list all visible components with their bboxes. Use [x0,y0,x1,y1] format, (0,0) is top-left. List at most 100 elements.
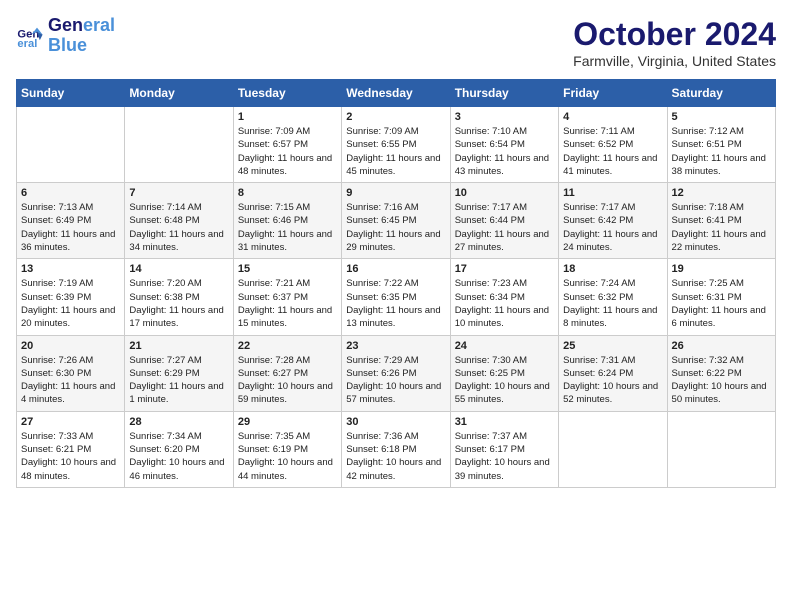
day-number: 4 [563,111,662,123]
day-info: Sunrise: 7:17 AM Sunset: 6:44 PM Dayligh… [455,201,554,254]
day-number: 10 [455,187,554,199]
day-info: Sunrise: 7:36 AM Sunset: 6:18 PM Dayligh… [346,430,445,483]
calendar-cell: 18 Sunrise: 7:24 AM Sunset: 6:32 PM Dayli… [559,259,667,335]
day-number: 27 [21,416,120,428]
day-info: Sunrise: 7:23 AM Sunset: 6:34 PM Dayligh… [455,277,554,330]
day-number: 17 [455,263,554,275]
day-number: 20 [21,340,120,352]
calendar-cell [667,411,775,487]
day-info: Sunrise: 7:16 AM Sunset: 6:45 PM Dayligh… [346,201,445,254]
logo-text-line1: General [48,16,115,36]
day-info: Sunrise: 7:13 AM Sunset: 6:49 PM Dayligh… [21,201,120,254]
day-info: Sunrise: 7:27 AM Sunset: 6:29 PM Dayligh… [129,354,228,407]
logo-text-line2: Blue [48,36,115,56]
calendar-cell: 22 Sunrise: 7:28 AM Sunset: 6:27 PM Dayli… [233,335,341,411]
column-header-saturday: Saturday [667,80,775,107]
location: Farmville, Virginia, United States [573,53,776,69]
calendar-cell: 12Sunrise: 7:18 AM Sunset: 6:41 PM Dayli… [667,183,775,259]
day-number: 25 [563,340,662,352]
column-header-tuesday: Tuesday [233,80,341,107]
calendar-cell: 23Sunrise: 7:29 AM Sunset: 6:26 PM Dayli… [342,335,450,411]
calendar-cell: 17 Sunrise: 7:23 AM Sunset: 6:34 PM Dayli… [450,259,558,335]
day-number: 11 [563,187,662,199]
svg-text:eral: eral [17,38,37,50]
day-info: Sunrise: 7:18 AM Sunset: 6:41 PM Dayligh… [672,201,771,254]
calendar-cell: 24Sunrise: 7:30 AM Sunset: 6:25 PM Dayli… [450,335,558,411]
calendar-table: SundayMondayTuesdayWednesdayThursdayFrid… [16,79,776,488]
calendar-cell: 19Sunrise: 7:25 AM Sunset: 6:31 PM Dayli… [667,259,775,335]
calendar-cell: 4 Sunrise: 7:11 AM Sunset: 6:52 PM Daylig… [559,107,667,183]
calendar-cell: 1Sunrise: 7:09 AM Sunset: 6:57 PM Daylig… [233,107,341,183]
calendar-cell: 3 Sunrise: 7:10 AM Sunset: 6:54 PM Daylig… [450,107,558,183]
calendar-week-4: 20 Sunrise: 7:26 AM Sunset: 6:30 PM Dayli… [17,335,776,411]
calendar-cell: 6 Sunrise: 7:13 AM Sunset: 6:49 PM Daylig… [17,183,125,259]
column-header-thursday: Thursday [450,80,558,107]
day-info: Sunrise: 7:10 AM Sunset: 6:54 PM Dayligh… [455,125,554,178]
day-info: Sunrise: 7:19 AM Sunset: 6:39 PM Dayligh… [21,277,120,330]
calendar-cell: 21Sunrise: 7:27 AM Sunset: 6:29 PM Dayli… [125,335,233,411]
day-number: 9 [346,187,445,199]
day-info: Sunrise: 7:09 AM Sunset: 6:55 PM Dayligh… [346,125,445,178]
day-number: 2 [346,111,445,123]
day-info: Sunrise: 7:35 AM Sunset: 6:19 PM Dayligh… [238,430,337,483]
day-info: Sunrise: 7:33 AM Sunset: 6:21 PM Dayligh… [21,430,120,483]
calendar-cell: 9 Sunrise: 7:16 AM Sunset: 6:45 PM Daylig… [342,183,450,259]
day-info: Sunrise: 7:21 AM Sunset: 6:37 PM Dayligh… [238,277,337,330]
calendar-cell: 14 Sunrise: 7:20 AM Sunset: 6:38 PM Dayli… [125,259,233,335]
calendar-cell: 2 Sunrise: 7:09 AM Sunset: 6:55 PM Daylig… [342,107,450,183]
calendar-week-2: 6 Sunrise: 7:13 AM Sunset: 6:49 PM Daylig… [17,183,776,259]
calendar-cell: 26Sunrise: 7:32 AM Sunset: 6:22 PM Dayli… [667,335,775,411]
calendar-header-row: SundayMondayTuesdayWednesdayThursdayFrid… [17,80,776,107]
calendar-cell [559,411,667,487]
day-number: 1 [238,111,337,123]
calendar-week-1: 1Sunrise: 7:09 AM Sunset: 6:57 PM Daylig… [17,107,776,183]
day-number: 8 [238,187,337,199]
column-header-sunday: Sunday [17,80,125,107]
day-info: Sunrise: 7:30 AM Sunset: 6:25 PM Dayligh… [455,354,554,407]
day-info: Sunrise: 7:11 AM Sunset: 6:52 PM Dayligh… [563,125,662,178]
calendar-week-3: 13 Sunrise: 7:19 AM Sunset: 6:39 PM Dayli… [17,259,776,335]
day-number: 6 [21,187,120,199]
day-info: Sunrise: 7:12 AM Sunset: 6:51 PM Dayligh… [672,125,771,178]
column-header-wednesday: Wednesday [342,80,450,107]
day-number: 22 [238,340,337,352]
day-info: Sunrise: 7:15 AM Sunset: 6:46 PM Dayligh… [238,201,337,254]
day-number: 5 [672,111,771,123]
day-info: Sunrise: 7:28 AM Sunset: 6:27 PM Dayligh… [238,354,337,407]
calendar-cell: 11 Sunrise: 7:17 AM Sunset: 6:42 PM Dayli… [559,183,667,259]
day-number: 14 [129,263,228,275]
logo-icon: Gen eral [16,22,44,50]
day-number: 18 [563,263,662,275]
day-info: Sunrise: 7:32 AM Sunset: 6:22 PM Dayligh… [672,354,771,407]
day-number: 13 [21,263,120,275]
calendar-cell: 5 Sunrise: 7:12 AM Sunset: 6:51 PM Daylig… [667,107,775,183]
calendar-cell: 27 Sunrise: 7:33 AM Sunset: 6:21 PM Dayli… [17,411,125,487]
day-info: Sunrise: 7:14 AM Sunset: 6:48 PM Dayligh… [129,201,228,254]
day-info: Sunrise: 7:24 AM Sunset: 6:32 PM Dayligh… [563,277,662,330]
day-info: Sunrise: 7:26 AM Sunset: 6:30 PM Dayligh… [21,354,120,407]
day-number: 16 [346,263,445,275]
calendar-cell: 8 Sunrise: 7:15 AM Sunset: 6:46 PM Daylig… [233,183,341,259]
day-info: Sunrise: 7:20 AM Sunset: 6:38 PM Dayligh… [129,277,228,330]
logo: Gen eral General Blue [16,16,115,56]
calendar-cell: 13 Sunrise: 7:19 AM Sunset: 6:39 PM Dayli… [17,259,125,335]
day-info: Sunrise: 7:17 AM Sunset: 6:42 PM Dayligh… [563,201,662,254]
calendar-cell: 28 Sunrise: 7:34 AM Sunset: 6:20 PM Dayli… [125,411,233,487]
day-info: Sunrise: 7:34 AM Sunset: 6:20 PM Dayligh… [129,430,228,483]
column-header-friday: Friday [559,80,667,107]
day-info: Sunrise: 7:22 AM Sunset: 6:35 PM Dayligh… [346,277,445,330]
day-number: 15 [238,263,337,275]
calendar-cell: 10 Sunrise: 7:17 AM Sunset: 6:44 PM Dayli… [450,183,558,259]
calendar-week-5: 27 Sunrise: 7:33 AM Sunset: 6:21 PM Dayli… [17,411,776,487]
title-area: October 2024 Farmville, Virginia, United… [573,16,776,69]
day-number: 3 [455,111,554,123]
calendar-cell: 30Sunrise: 7:36 AM Sunset: 6:18 PM Dayli… [342,411,450,487]
day-number: 31 [455,416,554,428]
calendar-cell: 7 Sunrise: 7:14 AM Sunset: 6:48 PM Daylig… [125,183,233,259]
calendar-cell: 25Sunrise: 7:31 AM Sunset: 6:24 PM Dayli… [559,335,667,411]
day-number: 7 [129,187,228,199]
calendar-cell [17,107,125,183]
day-info: Sunrise: 7:29 AM Sunset: 6:26 PM Dayligh… [346,354,445,407]
day-info: Sunrise: 7:37 AM Sunset: 6:17 PM Dayligh… [455,430,554,483]
day-number: 28 [129,416,228,428]
